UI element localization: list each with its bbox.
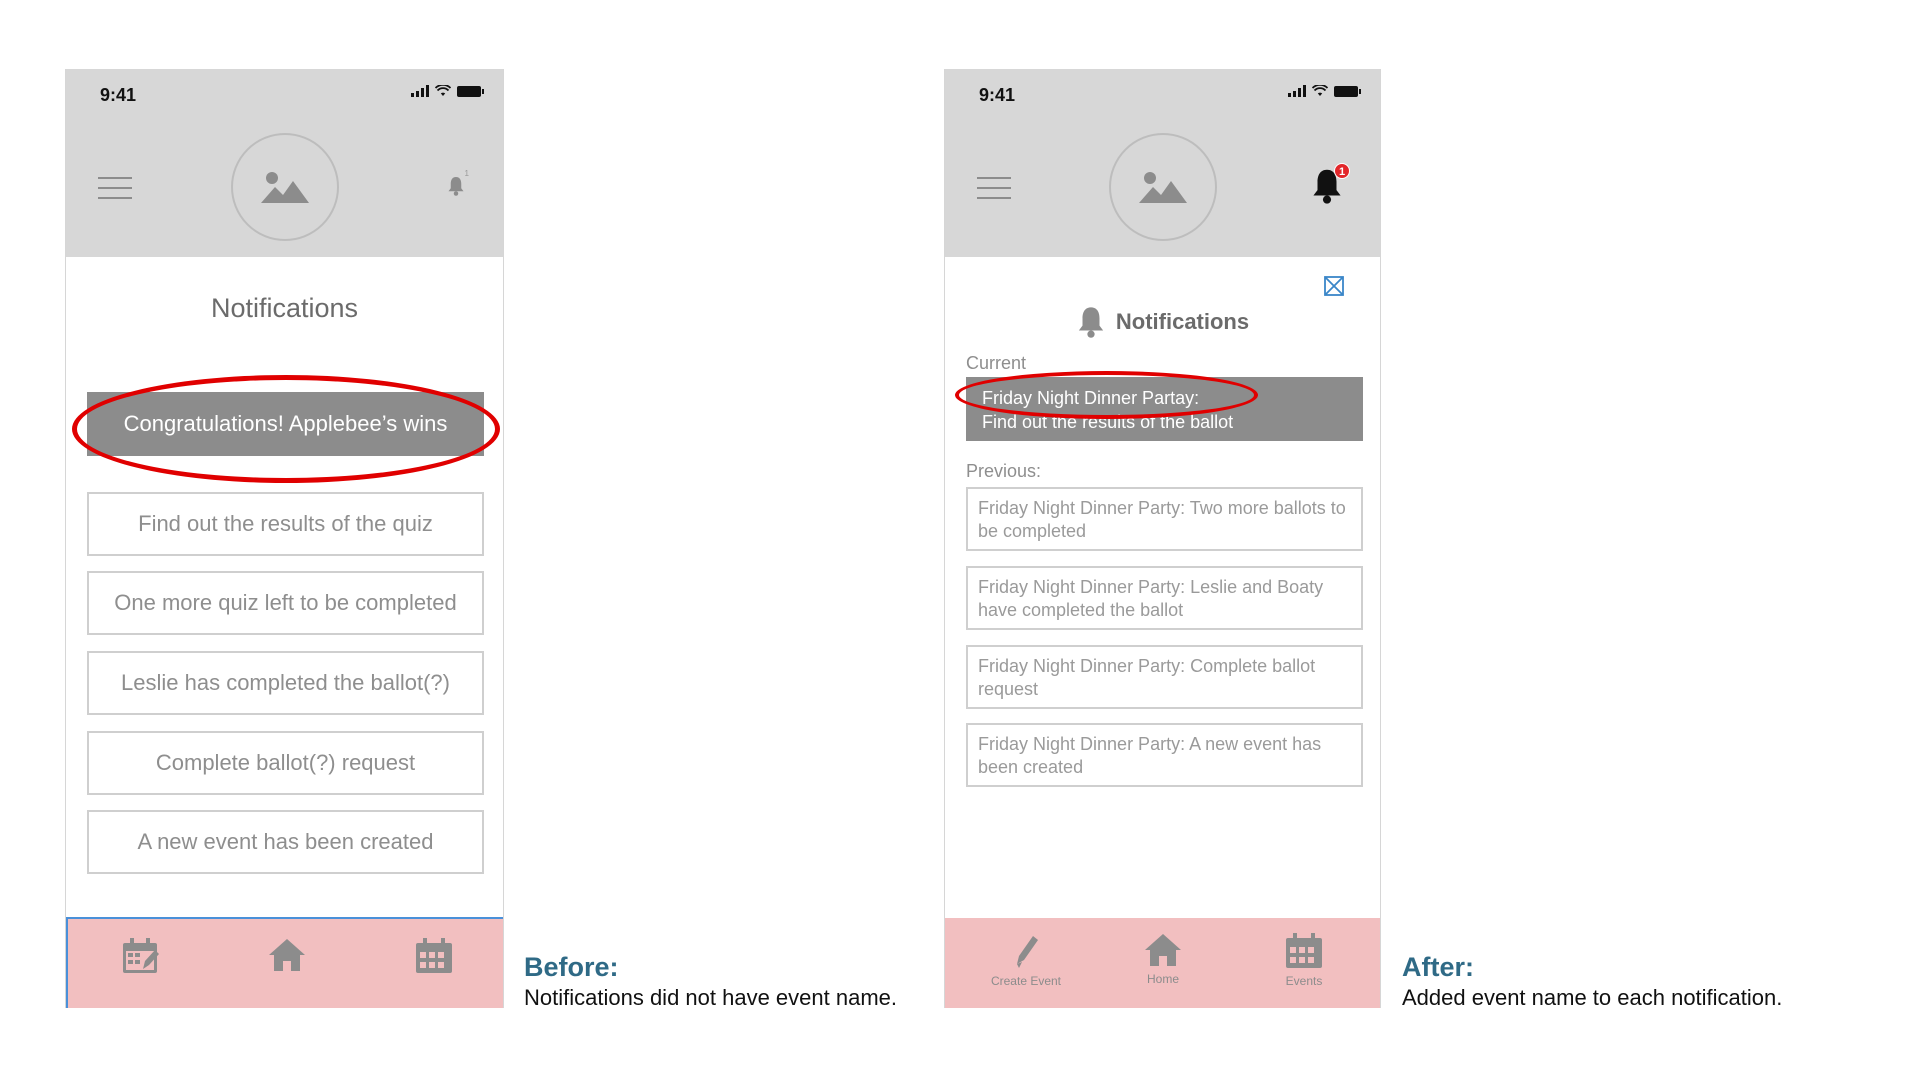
wifi-icon: [435, 85, 451, 96]
page-title: Notifications: [1115, 309, 1250, 334]
after-phone-mockup: 9:41 1 Notifications Current Friday Nigh…: [944, 69, 1381, 1008]
notification-count-badge: 1: [1334, 163, 1350, 179]
before-phone-mockup: 9:41 1 Notifications Congratulations! Ap: [65, 69, 504, 1008]
before-caption: Before: Notifications did not have event…: [524, 952, 897, 1011]
notification-item[interactable]: One more quiz left to be completed: [87, 571, 484, 635]
wifi-icon: [1312, 85, 1328, 96]
notification-count-faint: 1: [464, 169, 469, 178]
home-icon: [269, 939, 305, 971]
app-header: 9:41 1: [945, 69, 1380, 257]
battery-icon: [457, 85, 484, 97]
current-notification-message: Find out the results of the ballot: [982, 412, 1234, 432]
notification-highlighted[interactable]: Congratulations! Applebee’s wins: [87, 392, 484, 456]
image-placeholder-icon: [1138, 172, 1187, 203]
pencil-icon: [1017, 936, 1038, 968]
notifications-title-row: Notifications: [945, 305, 1380, 339]
previous-notification[interactable]: Friday Night Dinner Party: Two more ball…: [966, 487, 1363, 551]
current-notification[interactable]: Friday Night Dinner Partay: Find out the…: [966, 377, 1363, 441]
status-time: 9:41: [979, 85, 1016, 105]
previous-notification[interactable]: Friday Night Dinner Party: Leslie and Bo…: [966, 566, 1363, 630]
current-notification-event: Friday Night Dinner Partay:: [982, 388, 1200, 408]
page-title: Notifications: [210, 293, 359, 323]
signal-icon: [411, 85, 429, 97]
notification-bell-icon[interactable]: 1: [1310, 163, 1350, 210]
signal-icon: [1288, 85, 1306, 97]
bell-icon: [1078, 307, 1104, 338]
before-caption-heading: Before:: [524, 952, 619, 982]
after-caption-heading: After:: [1402, 952, 1474, 982]
after-caption: After: Added event name to each notifica…: [1402, 952, 1782, 1011]
current-section-label: Current: [966, 353, 1027, 373]
bottom-tab-bar: [66, 917, 503, 1008]
status-icons: [1288, 85, 1361, 97]
notification-bell-icon[interactable]: 1: [447, 169, 469, 202]
hamburger-menu-icon[interactable]: [977, 177, 1011, 199]
home-icon: [1145, 934, 1181, 966]
previous-section-label: Previous:: [966, 461, 1042, 481]
previous-notification[interactable]: Friday Night Dinner Party: Complete ball…: [966, 645, 1363, 709]
tab-events[interactable]: Events: [1259, 932, 1349, 988]
tab-home[interactable]: Home: [1118, 932, 1208, 986]
calendar-edit-icon: [123, 938, 159, 973]
notification-item[interactable]: A new event has been created: [87, 810, 484, 874]
status-icons: [411, 85, 484, 97]
app-header: 9:41 1: [66, 69, 503, 257]
tab-label: Home: [1146, 972, 1179, 986]
calendar-icon: [1286, 933, 1322, 968]
tab-label: Events: [1285, 974, 1323, 988]
hamburger-menu-icon[interactable]: [98, 177, 132, 199]
tab-events[interactable]: [389, 937, 479, 975]
before-caption-text: Notifications did not have event name.: [524, 985, 898, 1010]
image-placeholder-icon: [260, 172, 309, 203]
notification-item[interactable]: Complete ballot(?) request: [87, 731, 484, 795]
tab-create-event[interactable]: Create Event: [981, 932, 1071, 988]
notification-item[interactable]: Find out the results of the quiz: [87, 492, 484, 556]
after-caption-text: Added event name to each notification.: [1402, 985, 1783, 1010]
status-time: 9:41: [100, 85, 137, 105]
bottom-tab-bar: Create Event Home Events: [945, 918, 1380, 1008]
notification-item[interactable]: Leslie has completed the ballot(?): [87, 651, 484, 715]
tab-label: Create Event: [990, 974, 1062, 988]
tab-home[interactable]: [242, 937, 332, 973]
previous-notification[interactable]: Friday Night Dinner Party: A new event h…: [966, 723, 1363, 787]
close-icon[interactable]: [1324, 276, 1344, 296]
logo-placeholder[interactable]: [1108, 133, 1217, 241]
logo-placeholder[interactable]: [230, 133, 339, 241]
battery-icon: [1334, 85, 1361, 97]
tab-create-event[interactable]: [96, 937, 186, 975]
calendar-icon: [416, 938, 452, 973]
